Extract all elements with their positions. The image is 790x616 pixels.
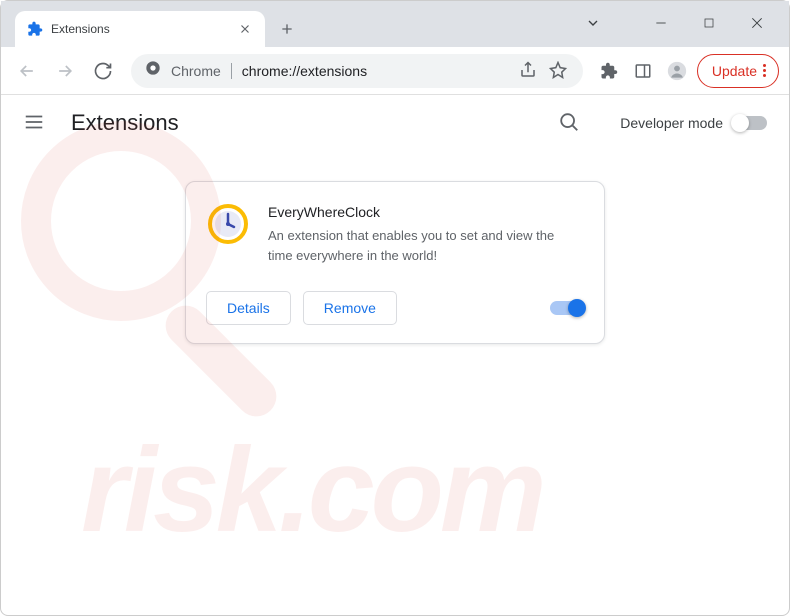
close-tab-icon[interactable] <box>237 21 253 37</box>
tab-title: Extensions <box>51 22 229 36</box>
browser-tab[interactable]: Extensions <box>15 11 265 47</box>
sidepanel-icon[interactable] <box>629 57 657 85</box>
chrome-logo-icon <box>145 60 161 81</box>
profile-avatar-icon[interactable] <box>663 57 691 85</box>
back-button[interactable] <box>11 55 43 87</box>
forward-button[interactable] <box>49 55 81 87</box>
omnibox-url: chrome://extensions <box>242 63 367 79</box>
maximize-button[interactable] <box>697 11 721 35</box>
page-header: Extensions Developer mode <box>1 95 789 151</box>
extension-puzzle-icon <box>27 21 43 37</box>
omnibox-prefix: Chrome <box>171 63 221 79</box>
minimize-button[interactable] <box>649 11 673 35</box>
developer-mode-control: Developer mode <box>620 115 767 131</box>
developer-mode-toggle[interactable] <box>733 116 767 130</box>
window-controls <box>581 11 781 47</box>
update-button[interactable]: Update <box>697 54 779 88</box>
share-icon[interactable] <box>519 61 539 81</box>
window-titlebar: Extensions <box>1 1 789 47</box>
extensions-list: EveryWhereClock An extension that enable… <box>1 151 789 344</box>
omnibox-separator <box>231 63 232 79</box>
update-label: Update <box>712 63 757 79</box>
menu-dots-icon <box>763 64 766 77</box>
remove-button[interactable]: Remove <box>303 291 397 325</box>
extension-description: An extension that enables you to set and… <box>268 226 582 265</box>
bookmark-star-icon[interactable] <box>549 61 569 81</box>
reload-button[interactable] <box>87 55 119 87</box>
extension-card: EveryWhereClock An extension that enable… <box>185 181 605 344</box>
extension-app-icon <box>208 204 248 244</box>
extension-name: EveryWhereClock <box>268 204 582 220</box>
close-window-button[interactable] <box>745 11 769 35</box>
menu-hamburger-icon[interactable] <box>23 111 47 135</box>
details-button[interactable]: Details <box>206 291 291 325</box>
new-tab-button[interactable] <box>273 15 301 43</box>
developer-mode-label: Developer mode <box>620 115 723 131</box>
search-icon[interactable] <box>558 111 582 135</box>
extensions-puzzle-icon[interactable] <box>595 57 623 85</box>
address-bar[interactable]: Chrome chrome://extensions <box>131 54 583 88</box>
browser-toolbar: Chrome chrome://extensions Update <box>1 47 789 95</box>
page-title: Extensions <box>71 110 179 136</box>
extension-enable-toggle[interactable] <box>550 301 584 315</box>
chevron-down-icon[interactable] <box>581 11 605 35</box>
